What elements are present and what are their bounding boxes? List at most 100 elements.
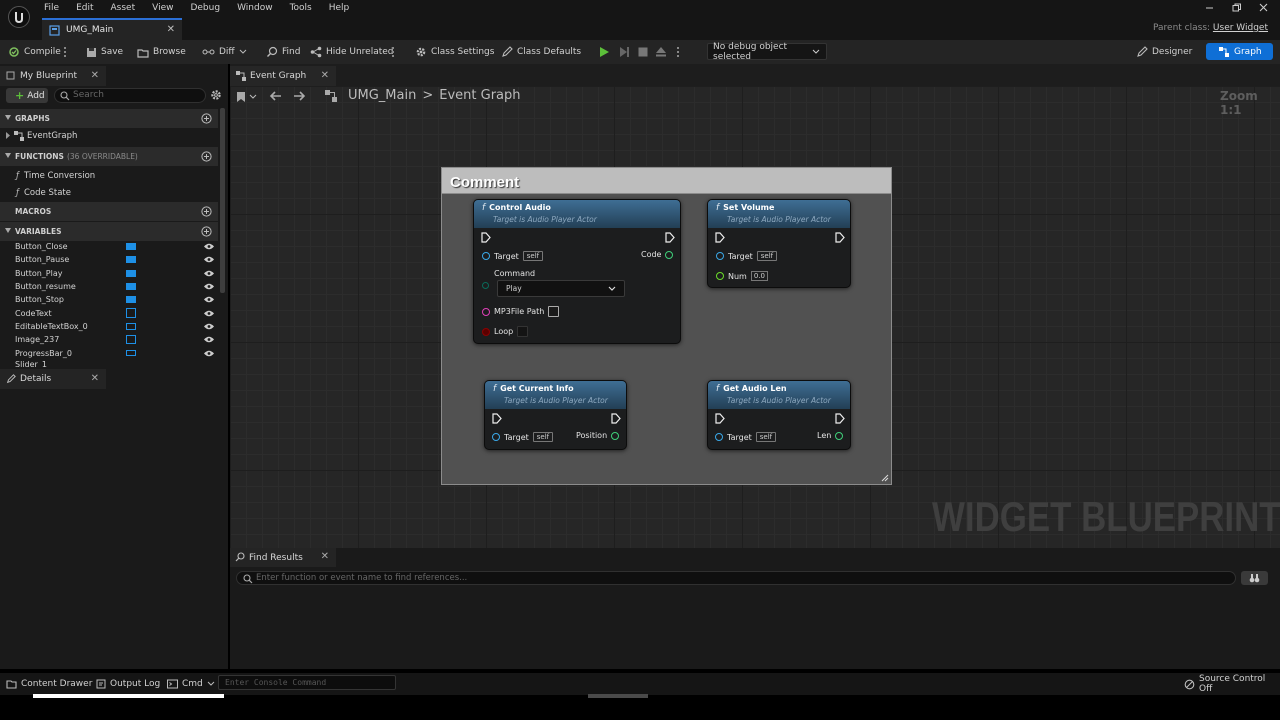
minimize-icon[interactable] <box>1205 3 1214 12</box>
settings-gear-icon[interactable] <box>210 89 222 101</box>
class-defaults-button[interactable]: Class Defaults <box>501 40 581 64</box>
close-tab-icon[interactable]: ✕ <box>167 24 175 35</box>
target-pin[interactable]: Target self <box>716 251 778 261</box>
code-output-pin[interactable]: Code <box>641 250 674 259</box>
exec-out-pin-icon[interactable] <box>611 413 621 424</box>
len-output-pin[interactable]: Len <box>817 431 844 440</box>
exec-in-pin-icon[interactable] <box>715 232 725 243</box>
play-options-icon[interactable] <box>677 40 679 64</box>
exec-out-pin-icon[interactable] <box>835 232 845 243</box>
close-window-icon[interactable] <box>1259 3 1268 12</box>
breadcrumb-root[interactable]: UMG_Main <box>348 88 416 103</box>
exec-out-pin-icon[interactable] <box>835 413 845 424</box>
graph-item-eventgraph[interactable]: EventGraph <box>0 129 218 142</box>
variable-item[interactable]: ProgressBar_0 <box>15 347 72 360</box>
close-tab-icon[interactable]: ✕ <box>91 70 99 81</box>
comment-title[interactable]: Comment <box>442 168 891 194</box>
eye-icon[interactable] <box>204 350 214 357</box>
node-get-audio-len[interactable]: f Get Audio Len Target is Audio Player Ac… <box>707 380 851 450</box>
add-function-icon[interactable] <box>201 151 212 162</box>
variable-item[interactable]: Button_Close <box>15 240 68 253</box>
command-select[interactable]: Play <box>497 280 625 297</box>
num-pin[interactable]: Num 0.0 <box>716 271 768 281</box>
cmd-dropdown[interactable]: Cmd <box>167 673 215 695</box>
compile-options-icon[interactable] <box>64 40 66 64</box>
command-pin-icon[interactable] <box>482 282 489 289</box>
document-tab[interactable]: UMG_Main ✕ <box>42 18 182 40</box>
hide-unrelated-button[interactable]: Hide Unrelated <box>310 40 394 64</box>
close-tab-icon[interactable]: ✕ <box>321 551 329 562</box>
eye-icon[interactable] <box>204 256 214 263</box>
blueprint-search-input[interactable]: Search <box>54 88 206 103</box>
exec-in-pin-icon[interactable] <box>492 413 502 424</box>
node-get-current-info[interactable]: f Get Current Info Target is Audio Player… <box>484 380 627 450</box>
menu-edit[interactable]: Edit <box>76 3 93 13</box>
functions-section-header[interactable]: FUNCTIONS (36 OVERRIDABLE) <box>0 147 218 166</box>
mp3-path-value-box[interactable] <box>548 306 560 317</box>
find-references-input[interactable]: Enter function or event name to find ref… <box>236 571 1236 585</box>
num-value[interactable]: 0.0 <box>750 271 768 281</box>
parent-class-link[interactable]: User Widget <box>1213 23 1268 33</box>
close-tab-icon[interactable]: ✕ <box>321 70 329 81</box>
eye-icon[interactable] <box>204 323 214 330</box>
target-pin[interactable]: Target self <box>715 432 777 442</box>
variable-item[interactable]: Button_Pause <box>15 253 69 266</box>
browse-button[interactable]: Browse <box>137 40 186 64</box>
add-macro-icon[interactable] <box>201 206 212 217</box>
close-tab-icon[interactable]: ✕ <box>91 373 99 384</box>
variable-item[interactable]: Button_Stop <box>15 293 64 306</box>
loop-pin[interactable]: Loop <box>482 326 529 337</box>
eject-button[interactable] <box>655 40 667 64</box>
add-button[interactable]: + Add <box>6 88 48 103</box>
target-pin[interactable]: Target self <box>492 432 554 442</box>
variable-item[interactable]: CodeText <box>15 307 52 320</box>
back-arrow-icon[interactable] <box>268 90 282 102</box>
eye-icon[interactable] <box>204 283 214 290</box>
macros-section-header[interactable]: MACROS <box>0 202 218 221</box>
exec-in-pin-icon[interactable] <box>481 232 491 243</box>
find-results-tab[interactable]: Find Results ✕ <box>230 548 336 567</box>
eye-icon[interactable] <box>204 243 214 250</box>
graph-button[interactable]: Graph <box>1206 43 1273 60</box>
my-blueprint-tab[interactable]: My Blueprint ✕ <box>0 66 106 86</box>
graphs-section-header[interactable]: GRAPHS <box>0 109 218 128</box>
menu-view[interactable]: View <box>152 3 173 13</box>
bookmark-dropdown[interactable] <box>236 91 257 103</box>
target-pin[interactable]: Target self <box>482 251 544 261</box>
menu-help[interactable]: Help <box>329 3 350 13</box>
blueprint-scrollbar[interactable] <box>220 108 225 293</box>
stop-button[interactable] <box>637 40 649 64</box>
eye-icon[interactable] <box>204 270 214 277</box>
resize-handle-icon[interactable] <box>881 474 889 482</box>
class-settings-button[interactable]: Class Settings <box>415 40 494 64</box>
restore-icon[interactable] <box>1232 3 1241 12</box>
details-tab[interactable]: Details ✕ <box>0 369 106 389</box>
output-log-button[interactable]: Output Log <box>96 673 160 695</box>
menu-window[interactable]: Window <box>237 3 273 13</box>
find-button[interactable]: Find <box>266 40 300 64</box>
node-header[interactable]: f Set Volume Target is Audio Player Actor <box>708 200 850 228</box>
variable-item[interactable]: EditableTextBox_0 <box>15 320 88 333</box>
console-command-input[interactable]: Enter Console Command <box>218 675 396 690</box>
add-variable-icon[interactable] <box>201 226 212 237</box>
eye-icon[interactable] <box>204 296 214 303</box>
variable-item[interactable]: Button_resume <box>15 280 76 293</box>
function-item-time-conversion[interactable]: ƒ Time Conversion <box>0 169 218 182</box>
play-button[interactable] <box>598 40 610 64</box>
node-control-audio[interactable]: f Control Audio Target is Audio Player Ac… <box>473 199 681 344</box>
position-output-pin[interactable]: Position <box>576 431 620 440</box>
eye-icon[interactable] <box>204 310 214 317</box>
node-header[interactable]: f Get Audio Len Target is Audio Player Ac… <box>708 381 850 409</box>
node-header[interactable]: f Control Audio Target is Audio Player Ac… <box>474 200 680 228</box>
event-graph-tab[interactable]: Event Graph ✕ <box>230 66 336 86</box>
unreal-logo-icon[interactable] <box>8 6 30 28</box>
variables-section-header[interactable]: VARIABLES <box>0 222 218 241</box>
node-set-volume[interactable]: f Set Volume Target is Audio Player Actor… <box>707 199 851 288</box>
debug-object-select[interactable]: No debug object selected <box>707 42 827 62</box>
content-drawer-button[interactable]: Content Drawer <box>6 673 92 695</box>
variable-item[interactable]: Slider_1 <box>15 360 47 367</box>
breadcrumb-leaf[interactable]: Event Graph <box>439 88 520 103</box>
exec-in-pin-icon[interactable] <box>715 413 725 424</box>
menu-tools[interactable]: Tools <box>290 3 312 13</box>
source-control-button[interactable]: Source Control Off <box>1184 673 1280 695</box>
